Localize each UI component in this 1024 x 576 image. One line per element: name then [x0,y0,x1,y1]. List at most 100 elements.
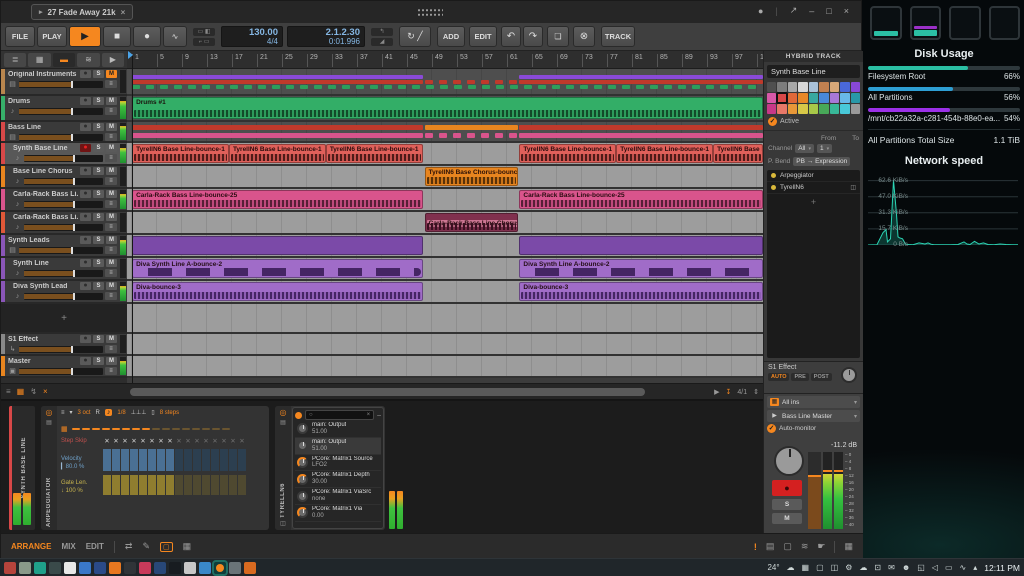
param-knob[interactable] [297,507,308,518]
arp-retrigger[interactable]: R [96,410,100,416]
arp-skip-step[interactable]: ✕ [238,437,246,445]
track-menu-button[interactable]: ≡ [105,177,117,185]
arp-skip-cells[interactable]: ✕✕✕✕✕✕✕✕✕✕✕✕✕✕✕✕ [103,437,246,445]
tab-arrange[interactable]: ARRANGE [11,542,51,551]
palette-color[interactable] [767,93,776,103]
arranger-clip[interactable]: TyrellN6 Base Li [713,144,763,163]
arranger[interactable]: Drums #1TyrellN6 Base Line-bounce-1Tyrel… [127,69,763,383]
arranger-row[interactable] [127,334,763,356]
solo-button[interactable]: S [93,282,104,290]
device-power-icon[interactable]: ◎ [46,409,53,417]
arp-velocity-step[interactable] [139,449,147,471]
tray-icon-5[interactable]: ⊡ [874,563,881,572]
arranger-clip[interactable]: Diva Synth Line A-bounce-2 [519,259,763,278]
arp-skip-step[interactable]: ✕ [139,437,147,445]
tray-icon-11[interactable]: ∿ [960,563,967,572]
taskbar-app-icon-12[interactable] [184,562,196,574]
arp-velocity-step[interactable] [229,449,237,471]
solo-button[interactable]: S [93,236,104,244]
arranger-row-empty[interactable] [127,304,763,334]
arp-skip-step[interactable]: ✕ [202,437,210,445]
arranger-row[interactable] [127,356,763,378]
record-arm-button[interactable]: ● [80,167,91,175]
arp-gate-step[interactable] [193,475,201,495]
arranger-row[interactable]: TyrellN6 Base Chorus-bounce-1 [127,166,763,189]
arranger-clip[interactable]: Carla-Rack Bass Line-bounce-25 [132,190,423,209]
pbend-mode-button[interactable]: PB → Expression [793,157,850,166]
track-height-icon[interactable]: ≣ [4,53,26,67]
file-icon[interactable]: ▢ [783,541,792,552]
param-row[interactable]: PCore: Matrix1 ViaSrcnone [295,488,381,505]
active-check-icon[interactable]: ✓ [768,117,777,126]
track-row[interactable]: Master●SM▣≡ [1,356,127,378]
arp-gate-step[interactable] [130,475,138,495]
automation-write-button[interactable]: ∿ [163,26,187,47]
taskbar-app-icon-14[interactable] [214,562,226,574]
arp-pattern-row[interactable] [72,428,230,430]
arp-gate-step[interactable] [211,475,219,495]
scroll-play-icon[interactable]: ▶ [714,388,719,396]
arp-clear-icon[interactable]: ▯ [151,409,154,416]
track-menu-button[interactable]: ≡ [105,223,117,231]
arp-dropdown-icon[interactable]: ▾ [70,409,73,416]
arp-velocity-step[interactable] [112,449,120,471]
plugin-window-icon[interactable]: ◫ [850,184,856,191]
project-tab[interactable]: ▸ 27 Fade Away 21k × [31,4,133,20]
arp-skip-step[interactable]: ✕ [166,437,174,445]
arp-velocity-step[interactable] [202,449,210,471]
palette-color[interactable] [788,82,797,92]
track-row[interactable]: Synth Leads●SM▤≡ [1,235,127,258]
mute-button[interactable]: M [106,70,117,78]
position-display[interactable]: 2.1.2.300:01.996 [287,26,365,47]
record-arm-button[interactable]: ● [80,97,91,105]
arp-pattern-step[interactable] [182,428,190,430]
arp-gate-step[interactable] [112,475,120,495]
tray-icon-12[interactable]: ▴ [973,563,977,572]
tab-edit[interactable]: EDIT [86,542,104,551]
arp-skip-step[interactable]: ✕ [112,437,120,445]
record-arm-button[interactable]: ● [80,70,91,78]
arp-skip-step[interactable]: ✕ [184,437,192,445]
auto-monitor-check-icon[interactable]: ✓ [767,424,776,433]
taskbar-app-icon-11[interactable] [169,562,181,574]
solo-button[interactable]: S [93,190,104,198]
browser-icon[interactable]: ▤ [766,541,775,552]
param-row[interactable]: PCore: Matrix1 Via0.00 [295,505,381,522]
arp-pattern-step[interactable] [72,428,80,430]
arp-gate-step[interactable] [202,475,210,495]
file-button[interactable]: FILE [5,26,35,47]
arp-gate-step[interactable] [103,475,111,495]
arranger-row[interactable] [127,122,763,143]
notification-icon[interactable]: ! [754,542,757,552]
arp-gate-step[interactable] [238,475,246,495]
track-volume-slider[interactable] [19,81,103,88]
arp-skip-step[interactable]: ✕ [148,437,156,445]
tray-icon-8[interactable]: ◱ [917,563,925,572]
mute-button[interactable]: M [106,259,117,267]
arranger-clip[interactable]: TyrellN6 Base Chorus-bounce-1 [425,167,518,186]
tray-icon-4[interactable]: ☁ [859,563,867,572]
track-menu-button[interactable]: ≡ [105,154,117,162]
arp-gate-step[interactable] [148,475,156,495]
piano-icon[interactable]: ▦ [844,541,853,552]
arp-pattern-step[interactable] [192,428,200,430]
arp-skip-step[interactable]: ✕ [229,437,237,445]
tempo-display[interactable]: 130.004/4 [221,26,283,47]
track-row[interactable]: Drums●SM♪≡ [1,96,127,122]
faders-icon[interactable]: ≋ [801,541,809,552]
palette-color[interactable] [819,93,828,103]
palette-color[interactable] [830,104,839,114]
arranger-clip[interactable]: Carla-Rack Bass Line Chorus-bounce [425,213,518,232]
taskbar-app-icon-5[interactable] [79,562,91,574]
palette-color[interactable] [830,93,839,103]
arranger-row[interactable]: TyrellN6 Base Line-bounce-1TyrellN6 Base… [127,143,763,166]
arp-pattern-step[interactable] [222,428,230,430]
arp-flam-icons[interactable]: ⊥⊥⊥ [131,409,147,416]
solo-button[interactable]: S [93,335,104,343]
track-menu-button[interactable]: ≡ [105,345,117,353]
play-button[interactable]: ▶ [69,26,101,47]
palette-color[interactable] [788,93,797,103]
mute-button[interactable]: M [106,357,117,365]
arp-skip-step[interactable]: ✕ [220,437,228,445]
arp-skip-step[interactable]: ✕ [193,437,201,445]
